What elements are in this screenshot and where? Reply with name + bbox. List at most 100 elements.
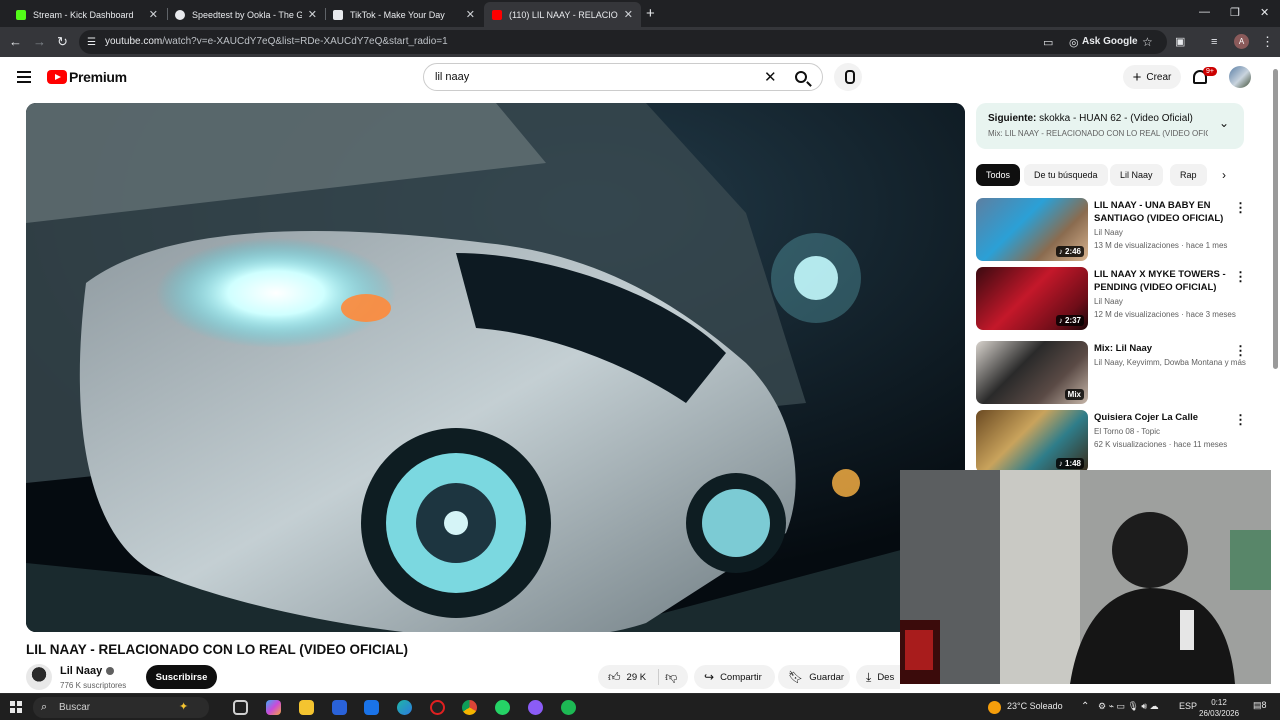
- close-tab-icon[interactable]: ✕: [149, 8, 158, 21]
- forward-arrow-icon[interactable]: →: [33, 34, 46, 50]
- close-window-icon[interactable]: ✕: [1260, 6, 1269, 19]
- whatsapp-icon[interactable]: [495, 700, 510, 715]
- file-explorer-icon[interactable]: [299, 700, 314, 715]
- recommendation-title[interactable]: Quisiera Cojer La Calle: [1094, 411, 1236, 424]
- close-tab-icon[interactable]: ✕: [466, 8, 475, 21]
- recommendation-channel[interactable]: Lil Naay, Keyvimm, Dowba Montana y más: [1094, 358, 1246, 367]
- tab-speedtest[interactable]: Speedtest by Ookla - The Global ✕: [167, 2, 325, 27]
- youtube-logo-icon[interactable]: [47, 70, 67, 84]
- chip-lil-naay[interactable]: Lil Naay: [1110, 164, 1163, 186]
- page-scrollbar[interactable]: [1271, 57, 1280, 693]
- mix-playlist-title: Mix: LIL NAAY - RELACIONADO CON LO REAL …: [988, 129, 1208, 138]
- recommendation-title[interactable]: Mix: Lil Naay: [1094, 342, 1236, 355]
- taskbar-search[interactable]: ⌕ Buscar ✦: [33, 697, 209, 718]
- messenger-icon[interactable]: [528, 700, 543, 715]
- share-button[interactable]: ↪ Compartir: [694, 665, 775, 689]
- lens-icon[interactable]: ◎: [1069, 35, 1079, 51]
- chip-todos[interactable]: Todos: [976, 164, 1021, 186]
- chrome-icon[interactable]: [462, 700, 477, 715]
- weather-text[interactable]: 23°C Soleado: [1007, 701, 1063, 711]
- search-icon[interactable]: [795, 71, 807, 83]
- recommendation-item[interactable]: ♪ 2:46 LIL NAAY - UNA BABY EN SANTIAGO (…: [976, 198, 1266, 262]
- tab-kick-dashboard[interactable]: Stream - Kick Dashboard ✕: [8, 2, 166, 27]
- up-next-panel[interactable]: Siguiente: skokka - HUAN 62 - (Video Ofi…: [976, 103, 1244, 149]
- chip-de-tu-busqueda[interactable]: De tu búsqueda: [1024, 164, 1108, 186]
- task-view-icon[interactable]: [233, 700, 248, 715]
- tab-tiktok[interactable]: TikTok - Make Your Day ✕: [325, 2, 483, 27]
- channel-name[interactable]: Lil Naay: [60, 665, 102, 677]
- taskbar-search-input[interactable]: Buscar: [59, 702, 90, 713]
- recommendation-channel[interactable]: El Torno 08 - Topic: [1094, 427, 1160, 436]
- video-thumbnail[interactable]: ♪ 1:48: [976, 410, 1088, 473]
- webcam-feed: [900, 470, 1280, 684]
- video-thumbnail[interactable]: Mix: [976, 341, 1088, 404]
- outlook-icon[interactable]: [364, 700, 379, 715]
- chip-rap[interactable]: Rap: [1170, 164, 1207, 186]
- chevron-right-icon[interactable]: ›: [1222, 168, 1226, 182]
- video-thumbnail[interactable]: ♪ 2:37: [976, 267, 1088, 330]
- video-player[interactable]: [26, 103, 965, 632]
- address-bar[interactable]: ☰ youtube.com/watch?v=e-XAUCdY7eQ&list=R…: [79, 30, 1167, 54]
- hamburger-menu-icon[interactable]: [17, 71, 31, 83]
- store-icon[interactable]: [332, 700, 347, 715]
- like-count[interactable]: 29 K: [627, 672, 647, 683]
- site-info-icon[interactable]: ☰: [87, 35, 96, 51]
- search-box[interactable]: lil naay ✕: [423, 63, 823, 91]
- save-label: Guardar: [809, 671, 845, 683]
- youtube-premium-logo[interactable]: Premium: [69, 69, 127, 85]
- clear-search-icon[interactable]: ✕: [764, 68, 777, 86]
- tray-icons[interactable]: ⚙ ⌁ ▭ 🎙︎ 🔊︎ ☁: [1098, 701, 1159, 712]
- more-options-icon[interactable]: ⋮: [1234, 412, 1247, 428]
- recommendation-item[interactable]: ♪ 2:37 LIL NAAY X MYKE TOWERS - PENDING …: [976, 267, 1266, 331]
- more-options-icon[interactable]: ⋮: [1234, 343, 1247, 359]
- chevron-down-icon[interactable]: ⌄: [1219, 116, 1229, 130]
- search-input[interactable]: lil naay: [435, 71, 469, 83]
- video-frame-car: [26, 103, 965, 632]
- new-tab-button[interactable]: +: [646, 5, 655, 22]
- back-arrow-icon[interactable]: ←: [9, 34, 22, 50]
- video-thumbnail[interactable]: ♪ 2:46: [976, 198, 1088, 261]
- voice-search-icon[interactable]: [834, 63, 862, 91]
- bookmark-star-icon[interactable]: ☆: [1142, 34, 1153, 50]
- thumbs-up-icon[interactable]: 👍︎: [608, 670, 621, 685]
- recommendation-title[interactable]: LIL NAAY X MYKE TOWERS - PENDING (VIDEO …: [1094, 268, 1236, 294]
- tab-youtube-active[interactable]: (110) LIL NAAY - RELACIONADO ✕: [484, 2, 641, 27]
- search-icon: ⌕: [41, 701, 48, 713]
- subscribe-button[interactable]: Suscribirse: [146, 665, 217, 689]
- close-tab-icon[interactable]: ✕: [624, 8, 633, 21]
- account-avatar[interactable]: [1229, 66, 1251, 88]
- profile-avatar[interactable]: A: [1234, 34, 1249, 49]
- copilot-icon[interactable]: [266, 700, 281, 715]
- more-options-icon[interactable]: ⋮: [1234, 269, 1247, 285]
- menu-kebab-icon[interactable]: ⋮: [1261, 34, 1274, 50]
- spotify-icon[interactable]: [561, 700, 576, 715]
- tray-chevron-icon[interactable]: ⌃: [1081, 701, 1089, 712]
- recommendation-channel[interactable]: Lil Naay: [1094, 228, 1123, 237]
- minimize-icon[interactable]: —: [1199, 6, 1210, 18]
- recommendation-title[interactable]: LIL NAAY - UNA BABY EN SANTIAGO (VIDEO O…: [1094, 199, 1236, 225]
- thumbs-down-icon[interactable]: 👎︎: [665, 670, 677, 685]
- weather-sun-icon[interactable]: [988, 701, 1001, 714]
- edge-icon[interactable]: [397, 700, 412, 715]
- notifications-icon[interactable]: ▤8: [1253, 700, 1267, 711]
- reading-list-icon[interactable]: ≡: [1211, 34, 1217, 50]
- windows-start-icon[interactable]: [10, 701, 22, 713]
- recommendation-item[interactable]: Mix Mix: Lil Naay Lil Naay, Keyvimm, Dow…: [976, 341, 1266, 405]
- close-tab-icon[interactable]: ✕: [308, 8, 317, 21]
- create-button[interactable]: + Crear: [1123, 65, 1181, 89]
- download-button[interactable]: ⤓ Des: [856, 665, 900, 689]
- recommendation-channel[interactable]: Lil Naay: [1094, 297, 1123, 306]
- webcam-overlay: [900, 470, 1280, 684]
- sidepanel-icon[interactable]: ▣: [1175, 34, 1185, 50]
- channel-avatar[interactable]: [26, 664, 52, 690]
- app-icon[interactable]: [430, 700, 445, 715]
- cast-icon[interactable]: ▭: [1043, 35, 1053, 51]
- save-button[interactable]: 🔖︎ Guardar: [778, 665, 850, 689]
- more-options-icon[interactable]: ⋮: [1234, 200, 1247, 216]
- system-clock[interactable]: 0:12 26/03/2026: [1199, 697, 1239, 719]
- reload-icon[interactable]: ↻: [57, 34, 68, 50]
- ask-google-button[interactable]: Ask Google: [1082, 36, 1138, 47]
- restore-icon[interactable]: ❐: [1230, 6, 1240, 19]
- recommendation-item[interactable]: ♪ 1:48 Quisiera Cojer La Calle El Torno …: [976, 410, 1266, 474]
- input-language[interactable]: ESP: [1179, 701, 1197, 711]
